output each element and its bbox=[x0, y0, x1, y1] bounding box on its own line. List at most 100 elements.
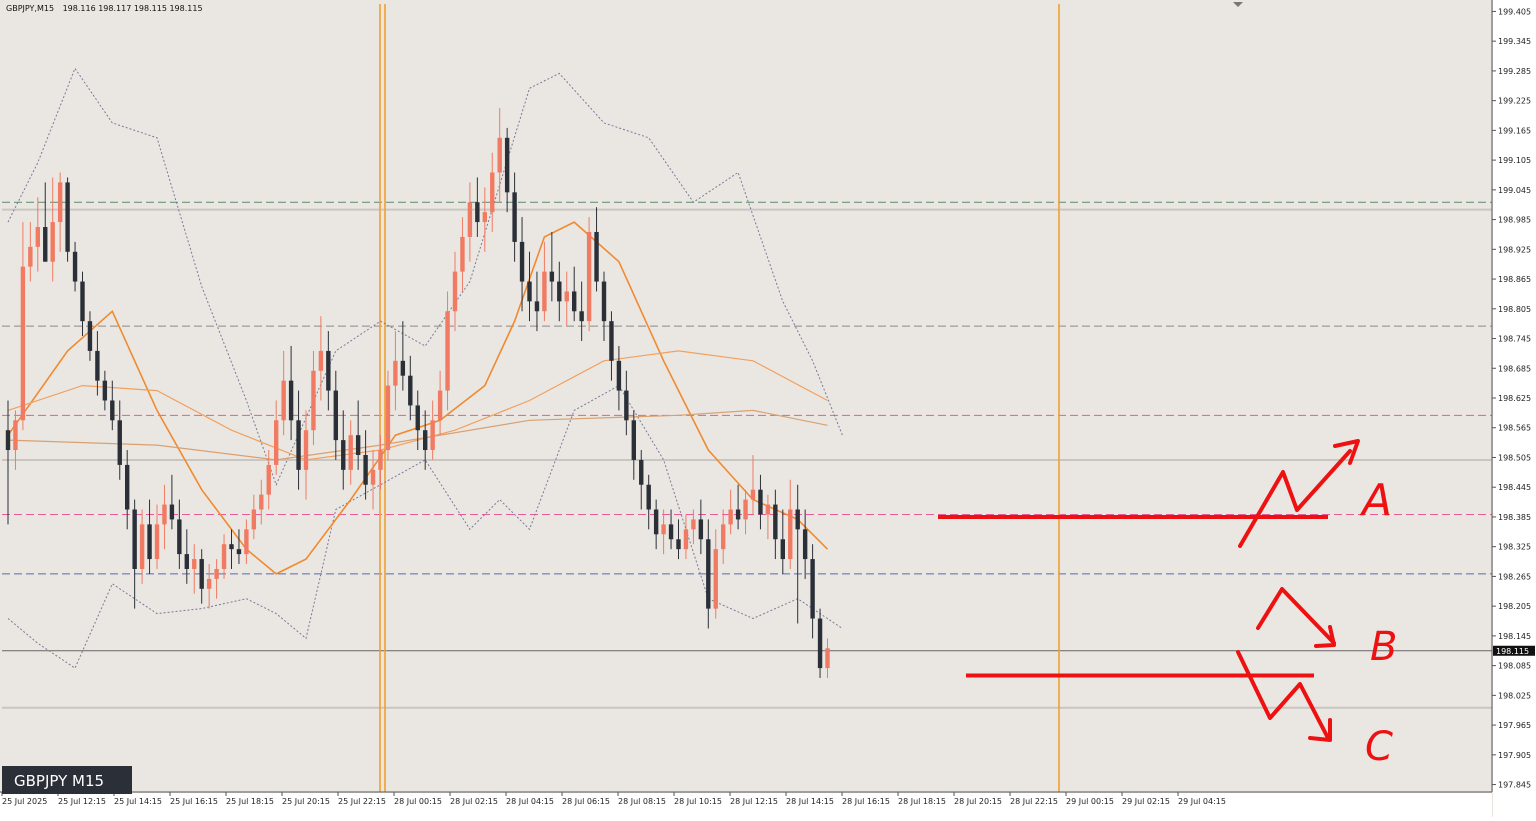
candle-body bbox=[527, 281, 532, 302]
candle-body bbox=[355, 435, 361, 455]
candle-body bbox=[274, 420, 279, 465]
ohlc-readout: 198.116 198.117 198.115 198.115 bbox=[63, 4, 203, 13]
price-tick-label: 197.845 bbox=[1498, 781, 1531, 790]
candle-body bbox=[601, 281, 607, 322]
candle-body bbox=[668, 524, 674, 540]
time-tick-label: 29 Jul 02:15 bbox=[1122, 797, 1170, 806]
scenario-label-b: B bbox=[1370, 624, 1397, 670]
candle-body bbox=[333, 390, 338, 441]
candle-body bbox=[616, 360, 622, 391]
time-tick-label: 29 Jul 04:15 bbox=[1178, 797, 1226, 806]
candle-body bbox=[206, 578, 212, 589]
price-tick-label: 198.865 bbox=[1498, 275, 1531, 284]
candle-body bbox=[542, 271, 547, 312]
candle-body bbox=[192, 559, 197, 569]
scenario-label-c: C bbox=[1365, 724, 1393, 770]
price-tick-label: 199.345 bbox=[1498, 37, 1531, 46]
candle-body bbox=[504, 137, 510, 193]
candle-body bbox=[132, 509, 137, 569]
time-tick-label: 28 Jul 08:15 bbox=[618, 797, 666, 806]
candle-body bbox=[691, 519, 696, 530]
candle-body bbox=[721, 524, 726, 550]
price-tick-label: 198.385 bbox=[1498, 513, 1531, 522]
candle-body bbox=[139, 524, 145, 569]
candle-body bbox=[65, 182, 70, 252]
candle bbox=[586, 217, 592, 332]
candle-body bbox=[214, 568, 219, 579]
candle-body bbox=[817, 618, 823, 669]
candle-body bbox=[780, 539, 785, 560]
candle-body bbox=[288, 380, 294, 421]
time-tick-label: 25 Jul 22:15 bbox=[338, 797, 386, 806]
time-tick-label: 25 Jul 20:15 bbox=[282, 797, 330, 806]
candle-body bbox=[661, 524, 666, 535]
candle-body bbox=[393, 360, 398, 386]
candle-body bbox=[557, 281, 562, 302]
candle-body bbox=[750, 489, 756, 500]
candle-body bbox=[445, 311, 450, 391]
candle-body bbox=[303, 430, 309, 470]
candle-body bbox=[318, 350, 324, 371]
candle-body bbox=[653, 509, 659, 535]
candle-body bbox=[758, 489, 763, 515]
candle-body bbox=[162, 504, 167, 525]
candle-body bbox=[244, 529, 249, 555]
candle-body bbox=[765, 504, 771, 515]
symbol-badge: GBPJPY M15 bbox=[2, 766, 132, 794]
price-tick-label: 199.105 bbox=[1498, 156, 1531, 165]
candle-body bbox=[363, 454, 368, 485]
price-tick-label: 198.565 bbox=[1498, 424, 1531, 433]
chart-window: 199.405 199.345 199.285 199.225 199.165 199.1… bbox=[0, 0, 1536, 817]
candle-body bbox=[251, 509, 257, 530]
time-tick-label: 25 Jul 14:15 bbox=[114, 797, 162, 806]
candle-body bbox=[572, 291, 577, 312]
candle-body bbox=[475, 202, 480, 223]
symbol-badge-label: GBPJPY M15 bbox=[14, 772, 104, 790]
time-tick-label: 28 Jul 00:15 bbox=[394, 797, 442, 806]
candle-body bbox=[221, 544, 227, 569]
candle-body bbox=[825, 648, 830, 669]
candle-body bbox=[5, 430, 11, 451]
time-tick-label: 28 Jul 14:15 bbox=[786, 797, 834, 806]
candle-body bbox=[80, 281, 85, 322]
price-tick-label: 198.805 bbox=[1498, 305, 1531, 314]
candle-body bbox=[467, 202, 473, 237]
candle-body bbox=[743, 499, 748, 520]
time-tick-label: 29 Jul 00:15 bbox=[1066, 797, 1114, 806]
candle-body bbox=[50, 222, 55, 262]
candle-body bbox=[400, 360, 406, 376]
candle-body bbox=[370, 469, 376, 485]
candle-body bbox=[460, 236, 465, 272]
candle-body bbox=[341, 440, 346, 470]
price-tick-label: 197.905 bbox=[1498, 751, 1531, 760]
candle-body bbox=[519, 241, 525, 282]
price-tick-label: 199.165 bbox=[1498, 126, 1531, 135]
candle-body bbox=[57, 182, 63, 223]
candle-body bbox=[326, 350, 331, 391]
candle-body bbox=[788, 509, 793, 560]
candle-body bbox=[259, 494, 264, 510]
time-tick-label: 25 Jul 2025 bbox=[2, 797, 47, 806]
price-tick-label: 198.205 bbox=[1498, 602, 1531, 611]
candle-body bbox=[311, 370, 316, 431]
time-tick-label: 28 Jul 10:15 bbox=[674, 797, 722, 806]
price-tick-label: 198.145 bbox=[1498, 632, 1531, 641]
candle-body bbox=[281, 380, 286, 421]
candle-body bbox=[706, 539, 711, 609]
candle-body bbox=[579, 311, 584, 322]
candle-body bbox=[87, 321, 93, 351]
time-tick-label: 28 Jul 04:15 bbox=[506, 797, 554, 806]
price-tick-label: 199.045 bbox=[1498, 186, 1531, 195]
price-tick-label: 198.745 bbox=[1498, 335, 1531, 344]
price-tick-label: 198.445 bbox=[1498, 483, 1531, 492]
time-tick-label: 28 Jul 12:15 bbox=[730, 797, 778, 806]
time-tick-label: 28 Jul 22:15 bbox=[1010, 797, 1058, 806]
candle-body bbox=[35, 227, 40, 247]
time-tick-label: 25 Jul 12:15 bbox=[58, 797, 106, 806]
candle-body bbox=[117, 420, 122, 465]
chart-header: GBPJPY,M15 198.116 198.117 198.115 198.1… bbox=[6, 4, 203, 13]
candle-body bbox=[639, 459, 644, 485]
candle-body bbox=[490, 172, 495, 213]
candle-body bbox=[348, 435, 353, 470]
time-tick-label: 25 Jul 18:15 bbox=[226, 797, 274, 806]
